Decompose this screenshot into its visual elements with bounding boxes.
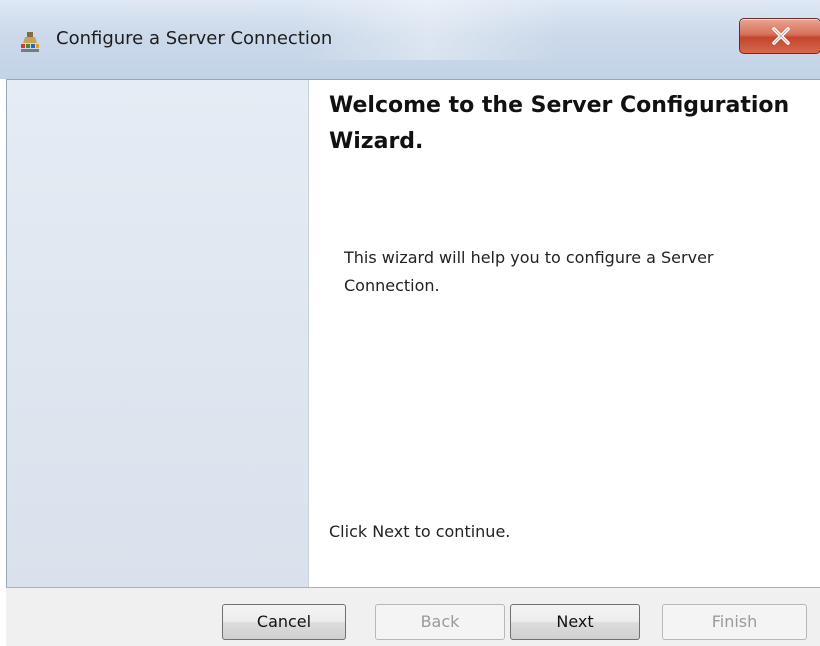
cancel-button[interactable]: Cancel [222,604,346,640]
continue-instruction: Click Next to continue. [329,522,511,541]
window-title: Configure a Server Connection [56,28,333,49]
next-button[interactable]: Next [510,604,640,640]
title-bar[interactable]: Configure a Server Connection [0,0,820,79]
wizard-body: Welcome to the Server Configuration Wiza… [6,79,820,588]
close-icon [772,27,790,45]
server-connection-icon [19,31,41,53]
wizard-description: This wizard will help you to configure a… [344,248,714,295]
page-title: Welcome to the Server Configuration Wiza… [329,93,790,154]
wizard-side-panel [7,80,309,588]
title-bar-glare [300,0,560,60]
back-button[interactable]: Back [375,604,505,640]
close-button[interactable] [739,18,820,54]
finish-button[interactable]: Finish [662,604,807,640]
wizard-footer: Cancel Back Next Finish [6,587,820,646]
